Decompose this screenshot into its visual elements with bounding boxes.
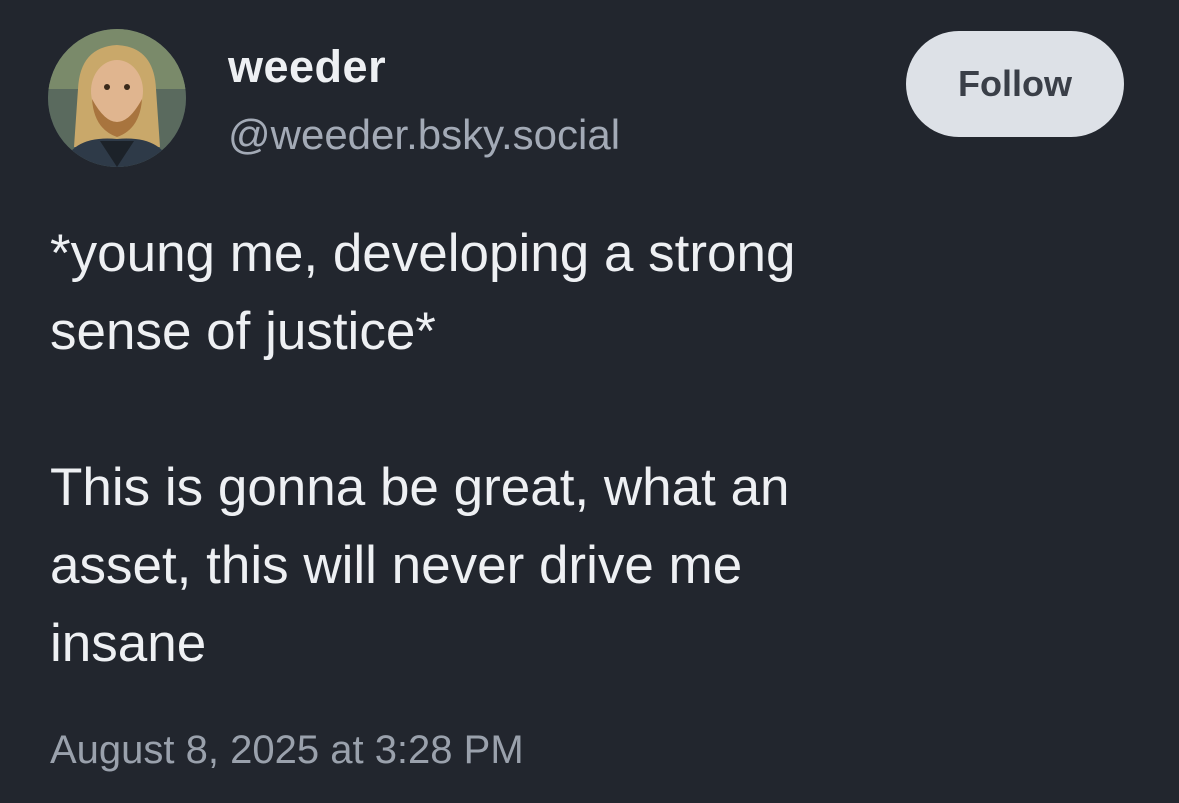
post-card: weeder @weeder.bsky.social Follow *young… [0,0,1179,803]
post-text-line: sense of justice* [50,302,436,361]
avatar[interactable] [48,29,186,167]
post-text-line: This is gonna be great, what an [50,458,790,517]
post-timestamp[interactable]: August 8, 2025 at 3:28 PM [50,722,524,778]
user-handle[interactable]: @weeder.bsky.social [228,108,620,162]
post-text-line: asset, this will never drive me [50,536,743,595]
post-text-line: *young me, developing a strong [50,224,796,283]
user-avatar-icon [48,29,186,167]
post-body: *young me, developing a strong sense of … [50,215,1110,683]
post-text-line: insane [50,614,207,673]
follow-button[interactable]: Follow [906,31,1124,137]
display-name[interactable]: weeder [228,40,386,94]
